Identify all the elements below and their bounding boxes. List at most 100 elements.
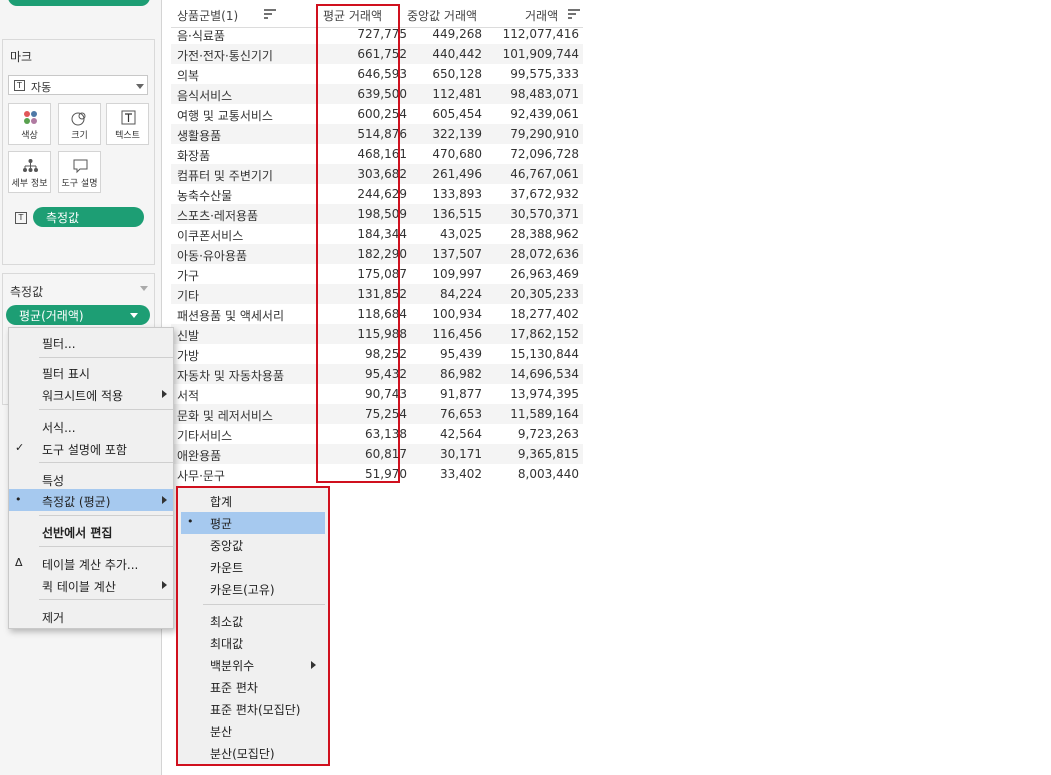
detail-button[interactable]: 세부 정보 bbox=[8, 151, 51, 193]
avg-amount-pill[interactable]: 평균(거래액) bbox=[6, 305, 150, 325]
menu-item-edit-in-shelf[interactable]: 선반에서 편집 bbox=[9, 520, 173, 542]
submenu-item-label: 카운트 bbox=[210, 561, 244, 575]
tooltip-icon bbox=[73, 159, 88, 174]
submenu-item-label: 표준 편차 bbox=[210, 681, 258, 695]
row-category: 음·식료품 bbox=[177, 29, 225, 43]
row-category: 스포츠·레저용품 bbox=[177, 209, 259, 223]
menu-item-label: 서식... bbox=[42, 421, 76, 435]
row-category: 아동·유아용품 bbox=[177, 249, 248, 263]
detail-button-label: 세부 정보 bbox=[11, 179, 48, 189]
menu-item-label: 퀵 테이블 계산 bbox=[42, 580, 116, 594]
row-sum: 14,696,534 bbox=[510, 367, 579, 381]
menu-separator bbox=[39, 357, 173, 358]
marks-card-title: 마크 bbox=[10, 50, 33, 64]
row-sum: 46,767,061 bbox=[510, 167, 579, 181]
row-sum: 92,439,061 bbox=[510, 107, 579, 121]
measures-card-title: 측정값 bbox=[10, 285, 44, 299]
menu-item-quick-table-calc[interactable]: 퀵 테이블 계산 bbox=[9, 574, 173, 596]
text-encoding-icon: T bbox=[15, 212, 27, 224]
size-button[interactable]: 크기 bbox=[58, 103, 101, 145]
color-button-label: 색상 bbox=[21, 131, 38, 141]
row-sum: 28,388,962 bbox=[510, 227, 579, 241]
submenu-item-average[interactable]: • 평균 bbox=[181, 512, 325, 534]
color-button[interactable]: 색상 bbox=[8, 103, 51, 145]
submenu-item-std-dev[interactable]: 표준 편차 bbox=[181, 676, 325, 698]
sort-icon[interactable] bbox=[568, 9, 580, 19]
menu-item-filter[interactable]: 필터... bbox=[9, 331, 173, 353]
row-category: 컴퓨터 및 주변기기 bbox=[177, 169, 273, 183]
submenu-arrow-icon bbox=[162, 581, 167, 589]
row-median: 440,442 bbox=[432, 47, 482, 61]
menu-separator bbox=[203, 604, 325, 605]
submenu-item-count-distinct[interactable]: 카운트(고유) bbox=[181, 578, 325, 600]
submenu-item-minimum[interactable]: 최소값 bbox=[181, 610, 325, 632]
submenu-item-std-dev-pop[interactable]: 표준 편차(모집단) bbox=[181, 698, 325, 720]
row-category: 기타서비스 bbox=[177, 429, 233, 443]
menu-item-label: 테이블 계산 추가... bbox=[42, 558, 139, 572]
menu-separator bbox=[39, 409, 173, 410]
submenu-item-count[interactable]: 카운트 bbox=[181, 556, 325, 578]
row-category: 이쿠폰서비스 bbox=[177, 229, 244, 243]
row-median: 470,680 bbox=[432, 147, 482, 161]
header-sum[interactable]: 거래액 bbox=[525, 7, 558, 24]
row-sum: 8,003,440 bbox=[517, 467, 579, 481]
row-median: 43,025 bbox=[440, 227, 482, 241]
submenu-item-label: 분산(모집단) bbox=[210, 747, 275, 761]
menu-item-attribute[interactable]: 특성 bbox=[9, 468, 173, 490]
row-sum: 28,072,636 bbox=[510, 247, 579, 261]
detail-icon bbox=[23, 159, 38, 172]
row-median: 86,982 bbox=[440, 367, 482, 381]
menu-item-label: 도구 설명에 포함 bbox=[42, 443, 127, 457]
text-button[interactable]: 텍스트 bbox=[106, 103, 149, 145]
menu-item-show-filter[interactable]: 필터 표시 bbox=[9, 361, 173, 383]
top-shelf-pill[interactable] bbox=[8, 0, 150, 6]
submenu-item-maximum[interactable]: 최대값 bbox=[181, 632, 325, 654]
row-median: 109,997 bbox=[432, 267, 482, 281]
submenu-arrow-icon bbox=[162, 496, 167, 504]
row-category: 가방 bbox=[177, 349, 200, 363]
row-median: 30,171 bbox=[440, 447, 482, 461]
row-category: 기타 bbox=[177, 289, 200, 303]
header-median[interactable]: 중앙값 거래액 bbox=[407, 7, 477, 24]
sort-icon[interactable] bbox=[264, 9, 276, 19]
menu-item-add-table-calc[interactable]: Δ 테이블 계산 추가... bbox=[9, 552, 173, 574]
menu-item-remove[interactable]: 제거 bbox=[9, 605, 173, 627]
row-sum: 112,077,416 bbox=[502, 27, 579, 41]
row-median: 42,564 bbox=[440, 427, 482, 441]
tooltip-button[interactable]: 도구 설명 bbox=[58, 151, 101, 193]
delta-icon: Δ bbox=[15, 556, 23, 569]
submenu-item-variance-pop[interactable]: 분산(모집단) bbox=[181, 742, 325, 764]
row-median: 100,934 bbox=[432, 307, 482, 321]
card-menu-caret-icon[interactable] bbox=[140, 286, 148, 291]
submenu-item-percentile[interactable]: 백분위수 bbox=[181, 654, 325, 676]
mark-type-label: 자동 bbox=[31, 81, 52, 94]
row-sum: 79,290,910 bbox=[510, 127, 579, 141]
row-median: 91,877 bbox=[440, 387, 482, 401]
chevron-down-icon[interactable] bbox=[130, 313, 138, 318]
menu-item-label: 워크시트에 적용 bbox=[42, 389, 124, 403]
menu-separator bbox=[39, 462, 173, 463]
submenu-item-label: 합계 bbox=[210, 495, 233, 509]
header-category[interactable]: 상품군별(1) bbox=[177, 7, 238, 24]
row-category: 애완용품 bbox=[177, 449, 222, 463]
menu-item-measure-avg[interactable]: • 측정값 (평균) bbox=[9, 489, 173, 511]
row-median: 133,893 bbox=[432, 187, 482, 201]
row-category: 화장품 bbox=[177, 149, 211, 163]
menu-item-apply-to-worksheets[interactable]: 워크시트에 적용 bbox=[9, 383, 173, 405]
measure-values-pill[interactable]: 측정값 bbox=[33, 207, 144, 227]
menu-separator bbox=[39, 546, 173, 547]
size-icon bbox=[71, 112, 86, 126]
submenu-item-sum[interactable]: 합계 bbox=[181, 490, 325, 512]
submenu-item-variance[interactable]: 분산 bbox=[181, 720, 325, 742]
submenu-item-label: 중앙값 bbox=[210, 539, 244, 553]
menu-item-format[interactable]: 서식... bbox=[9, 415, 173, 437]
row-sum: 17,862,152 bbox=[510, 327, 579, 341]
menu-item-include-in-tooltip[interactable]: ✓ 도구 설명에 포함 bbox=[9, 437, 173, 459]
row-median: 116,456 bbox=[432, 327, 482, 341]
color-dots-icon bbox=[24, 111, 37, 124]
row-median: 76,653 bbox=[440, 407, 482, 421]
mark-type-dropdown[interactable]: T 자동 bbox=[8, 75, 148, 95]
submenu-item-median[interactable]: 중앙값 bbox=[181, 534, 325, 556]
row-median: 322,139 bbox=[432, 127, 482, 141]
measure-values-pill-label: 측정값 bbox=[46, 211, 80, 225]
